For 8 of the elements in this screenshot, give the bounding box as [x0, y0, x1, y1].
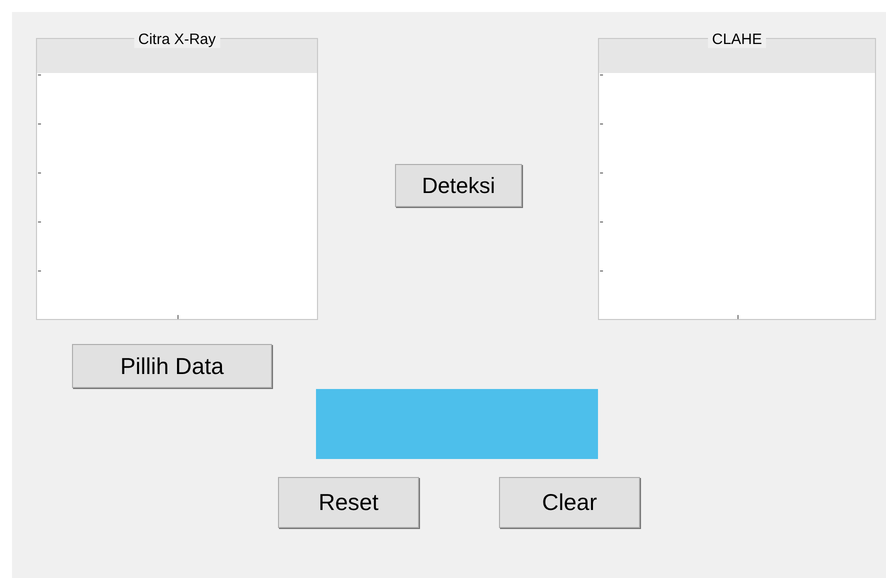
push-button[interactable]: Pillih Data	[72, 344, 272, 388]
push-button[interactable]: Clear	[499, 477, 640, 528]
push-button[interactable]: Deteksi	[395, 164, 522, 207]
axis-tick-drawing	[177, 315, 179, 319]
panel-title: Citra X-Ray	[134, 32, 220, 48]
panel-title: CLAHE	[708, 32, 766, 48]
push-button[interactable]: Reset	[278, 477, 419, 528]
axis-tick-drawing	[737, 315, 739, 319]
